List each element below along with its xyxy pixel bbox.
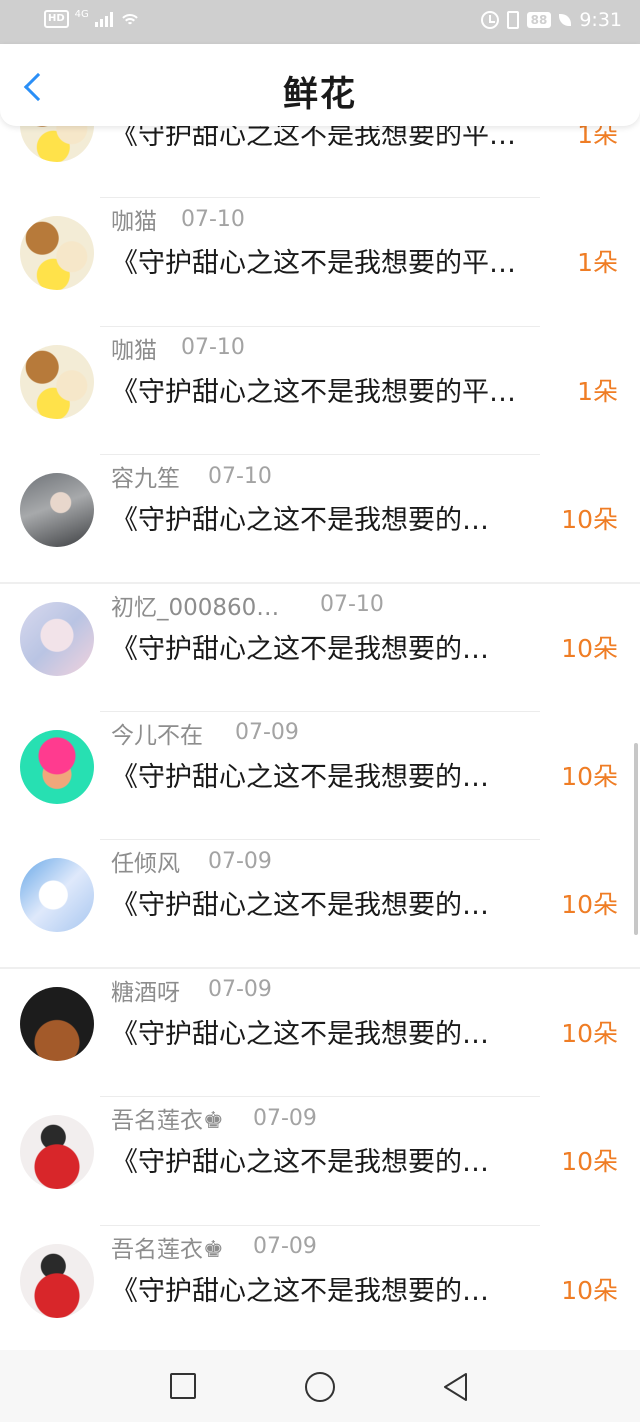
avatar[interactable] (20, 601, 94, 676)
item-meta: 吾名莲衣♚ 07-09 (111, 1101, 317, 1135)
avatar[interactable] (20, 986, 94, 1061)
item-message: 《守护甜心之这不是我想要的平… (111, 376, 516, 408)
vibrate-icon (506, 11, 519, 29)
item-meta: 容九笙 07-10 (111, 459, 272, 493)
list-item[interactable]: 任倾风 07-09 《守护甜心之这不是我想要的… 10朵 (0, 840, 640, 969)
item-meta: 初忆_000860… 07-10 (111, 588, 384, 622)
network-type: 4G (74, 8, 89, 20)
flower-count: 10朵 (561, 1018, 618, 1048)
item-date: 07-09 (253, 1105, 317, 1131)
item-date: 07-10 (181, 335, 245, 361)
signal-icon (94, 11, 113, 27)
scrollbar[interactable] (634, 743, 638, 935)
item-message: 《守护甜心之这不是我想要的平… (111, 126, 516, 151)
username[interactable]: 容九笙 (111, 459, 208, 493)
power-saving-icon (559, 14, 572, 26)
list-item[interactable]: 咖猫07-10 《守护甜心之这不是我想要的平… 1朵 (0, 198, 640, 327)
username[interactable]: 初忆_000860… (111, 588, 320, 622)
username[interactable]: 吾名莲衣♚ (111, 1230, 253, 1264)
item-meta: 糖酒呀 07-09 (111, 973, 272, 1007)
avatar[interactable] (20, 126, 94, 162)
alarm-icon (480, 11, 499, 29)
item-message: 《守护甜心之这不是我想要的… (111, 1275, 489, 1307)
wifi-icon (118, 10, 141, 28)
item-meta: 今儿不在 07-09 (111, 716, 299, 750)
navigation-bar (0, 1350, 640, 1422)
username[interactable]: 吾名莲衣♚ (111, 1101, 253, 1135)
circle-icon[interactable] (305, 1372, 335, 1402)
list-item[interactable]: 咖猫07-10 《守护甜心之这不是我想要的平… 1朵 (0, 327, 640, 456)
clock: 9:31 (579, 9, 622, 31)
page-title: 鲜花 (282, 75, 357, 115)
list-item[interactable]: 容九笙 07-10 《守护甜心之这不是我想要的… 10朵 (0, 455, 640, 584)
header: 鲜花 (0, 44, 640, 126)
item-message: 《守护甜心之这不是我想要的… (111, 505, 489, 537)
battery-icon: 88 (526, 12, 552, 28)
item-message: 《守护甜心之这不是我想要的… (111, 761, 489, 793)
avatar[interactable] (20, 216, 94, 291)
avatar[interactable] (20, 1115, 94, 1190)
flower-count: 10朵 (561, 761, 618, 791)
avatar[interactable] (20, 858, 94, 933)
item-message: 《守护甜心之这不是我想要的平… (111, 248, 516, 280)
item-meta: 任倾风 07-09 (111, 844, 272, 878)
item-date: 07-09 (208, 977, 272, 1003)
hd-indicator: HD (44, 10, 69, 28)
item-date: 07-09 (235, 720, 299, 746)
avatar[interactable] (20, 1243, 94, 1318)
flower-count: 10朵 (561, 1147, 618, 1177)
item-message: 《守护甜心之这不是我想要的… (111, 1147, 489, 1179)
status-left: HD 4G (44, 8, 141, 28)
list-item[interactable]: 初忆_000860… 07-10 《守护甜心之这不是我想要的… 10朵 (0, 584, 640, 712)
flower-count: 10朵 (561, 890, 618, 920)
list-item[interactable]: 今儿不在 07-09 《守护甜心之这不是我想要的… 10朵 (0, 712, 640, 841)
item-meta: 咖猫 07-10 (111, 202, 245, 236)
flower-count: 10朵 (561, 1275, 618, 1305)
username[interactable]: 今儿不在 (111, 716, 235, 750)
flower-list[interactable]: 咖猫07-10《守护甜心之这不是我想要的平…1朵咖猫07-10《守护甜心之这不是… (0, 126, 640, 1350)
list-item[interactable]: 吾名莲衣♚ 07-09 《守护甜心之这不是我想要的… 10朵 (0, 1097, 640, 1226)
status-right: 88 9:31 (480, 9, 622, 31)
triangle-back-icon[interactable] (442, 1372, 468, 1402)
item-meta: 吾名莲衣♚ 07-09 (111, 1230, 317, 1264)
flower-count: 10朵 (561, 505, 618, 535)
avatar[interactable] (20, 473, 94, 548)
list-item[interactable]: 糖酒呀 07-09 《守护甜心之这不是我想要的… 10朵 (0, 969, 640, 1098)
flower-count: 1朵 (577, 376, 618, 406)
flower-count: 10朵 (561, 633, 618, 663)
status-bar: HD 4G 88 9:31 (0, 0, 640, 44)
username[interactable]: 糖酒呀 (111, 973, 208, 1007)
item-message: 《守护甜心之这不是我想要的… (111, 633, 489, 665)
item-date: 07-09 (208, 848, 272, 874)
item-date: 07-10 (320, 592, 384, 618)
square-icon[interactable] (170, 1373, 196, 1399)
list-item[interactable]: 吾名莲衣♚ 07-09 《守护甜心之这不是我想要的… 10朵 (0, 1226, 640, 1350)
item-date: 07-10 (208, 463, 272, 489)
item-message: 《守护甜心之这不是我想要的… (111, 890, 489, 922)
item-date: 07-10 (181, 206, 245, 232)
flower-count: 1朵 (577, 126, 618, 149)
list-item[interactable]: 咖猫07-10《守护甜心之这不是我想要的平…1朵 (0, 126, 640, 199)
username[interactable]: 咖猫 (111, 331, 181, 365)
item-meta: 咖猫 07-10 (111, 331, 245, 365)
avatar[interactable] (20, 729, 94, 804)
flower-count: 1朵 (577, 248, 618, 278)
avatar[interactable] (20, 344, 94, 419)
username[interactable]: 咖猫 (111, 202, 181, 236)
item-message: 《守护甜心之这不是我想要的… (111, 1018, 489, 1050)
username[interactable]: 任倾风 (111, 844, 208, 878)
flower-list-content: 咖猫07-10《守护甜心之这不是我想要的平…1朵咖猫07-10《守护甜心之这不是… (0, 126, 640, 1350)
item-date: 07-09 (253, 1234, 317, 1260)
